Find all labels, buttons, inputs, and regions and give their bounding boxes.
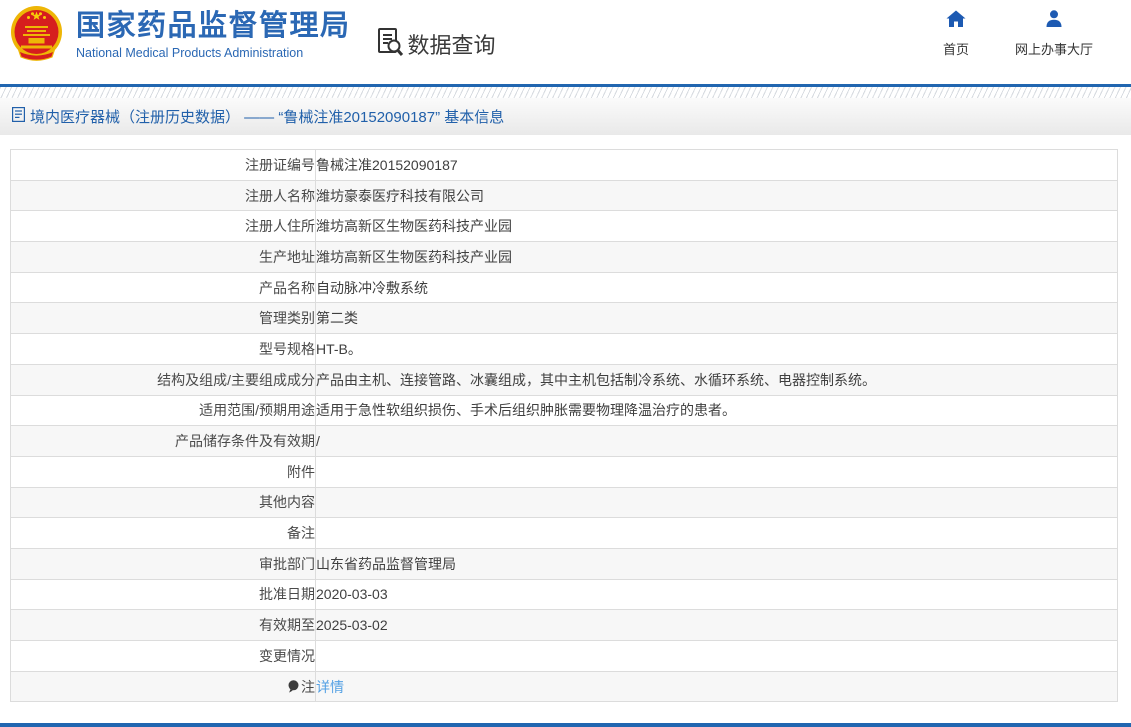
- row-value: 自动脉冲冷敷系统: [315, 271, 1118, 304]
- table-row: 型号规格 HT-B。: [10, 333, 1118, 365]
- nav-home[interactable]: 首页: [943, 10, 969, 58]
- table-row: 其他内容: [10, 486, 1118, 519]
- nav-service-hall-label: 网上办事大厅: [1014, 42, 1093, 57]
- nav-home-label: 首页: [942, 42, 969, 57]
- table-row: 注 详情: [10, 670, 1118, 703]
- row-label: 结构及组成/主要组成成分: [10, 363, 316, 396]
- national-emblem-icon: [10, 5, 63, 62]
- table-row: 注册人名称 潍坊豪泰医疗科技有限公司: [10, 179, 1118, 212]
- table-row: 适用范围/预期用途 适用于急性软组织损伤、手术后组织肿胀需要物理降温治疗的患者。: [10, 394, 1118, 427]
- row-value: HT-B。: [315, 333, 1118, 365]
- table-row: 管理类别 第二类: [10, 302, 1118, 335]
- document-search-icon: [375, 26, 405, 63]
- row-value: [315, 486, 1118, 519]
- row-label: 备注: [10, 517, 316, 549]
- row-label: 型号规格: [10, 333, 316, 365]
- row-label: 注册证编号: [10, 149, 316, 181]
- site-title-en: National Medical Products Administration: [76, 46, 304, 60]
- table-row: 批准日期 2020-03-03: [10, 578, 1118, 611]
- row-value: [315, 640, 1118, 672]
- row-label: 产品名称: [10, 271, 316, 304]
- table-row: 有效期至 2025-03-02: [10, 609, 1118, 641]
- table-row: 产品储存条件及有效期 /: [10, 425, 1118, 457]
- table-row: 产品名称 自动脉冲冷敷系统: [10, 271, 1118, 304]
- note-icon: [288, 679, 299, 696]
- row-label: 有效期至: [10, 609, 316, 641]
- row-value: [315, 517, 1118, 549]
- row-label: 变更情况: [10, 640, 316, 672]
- row-value: 第二类: [315, 302, 1118, 335]
- top-header: 国家药品监督管理局 National Medical Products Admi…: [0, 0, 1131, 84]
- table-row: 结构及组成/主要组成成分 产品由主机、连接管路、冰囊组成，其中主机包括制冷系统、水…: [10, 363, 1118, 396]
- row-label: 附件: [10, 455, 316, 488]
- user-icon: [1044, 10, 1064, 33]
- data-query-label: 数据查询: [407, 32, 496, 58]
- table-row: 备注: [10, 517, 1118, 549]
- detail-link[interactable]: 详情: [316, 679, 344, 695]
- row-label: 批准日期: [10, 578, 316, 611]
- row-value: 适用于急性软组织损伤、手术后组织肿胀需要物理降温治疗的患者。: [315, 394, 1118, 427]
- table-row: 变更情况: [10, 640, 1118, 672]
- row-label: 管理类别: [10, 302, 316, 335]
- row-value-note: 详情: [315, 670, 1118, 703]
- document-icon: [12, 107, 26, 127]
- row-value: 潍坊高新区生物医药科技产业园: [315, 241, 1118, 273]
- data-query-section[interactable]: 数据查询: [375, 24, 496, 63]
- row-label: 适用范围/预期用途: [10, 394, 316, 427]
- home-icon: [946, 10, 966, 33]
- row-value: 2025-03-02: [315, 609, 1118, 641]
- table-row: 注册人住所 潍坊高新区生物医药科技产业园: [10, 210, 1118, 243]
- table-row: 审批部门 山东省药品监督管理局: [10, 547, 1118, 580]
- top-nav: 首页 网上办事大厅: [943, 0, 1131, 58]
- hatch-texture-band: [0, 87, 1131, 98]
- row-label-note: 注: [10, 670, 316, 703]
- row-value: 鲁械注准20152090187: [315, 149, 1118, 181]
- row-value: 2020-03-03: [315, 578, 1118, 611]
- table-row: 附件: [10, 455, 1118, 488]
- table-row: 注册证编号 鲁械注准20152090187: [10, 149, 1118, 181]
- row-label: 注: [301, 678, 315, 695]
- row-value: 潍坊豪泰医疗科技有限公司: [315, 179, 1118, 212]
- site-title: 国家药品监督管理局: [76, 10, 351, 42]
- page-title: 境内医疗器械（注册历史数据） —— “鲁械注准20152090187” 基本信息: [30, 109, 505, 126]
- row-label: 审批部门: [10, 547, 316, 580]
- bottom-divider: [0, 723, 1131, 727]
- row-label: 其他内容: [10, 486, 316, 519]
- page-title-bar: 境内医疗器械（注册历史数据） —— “鲁械注准20152090187” 基本信息: [0, 98, 1131, 135]
- row-label: 生产地址: [10, 241, 316, 273]
- brand-block: 国家药品监督管理局 National Medical Products Admi…: [76, 5, 351, 62]
- row-value: 产品由主机、连接管路、冰囊组成，其中主机包括制冷系统、水循环系统、电器控制系统。: [315, 363, 1118, 396]
- registration-info-table-wrap: 注册证编号 鲁械注准20152090187 注册人名称 潍坊豪泰医疗科技有限公司 注…: [10, 149, 1118, 703]
- row-label: 产品储存条件及有效期: [10, 425, 316, 457]
- row-value: [315, 455, 1118, 488]
- row-value: 潍坊高新区生物医药科技产业园: [315, 210, 1118, 243]
- row-label: 注册人名称: [10, 179, 316, 212]
- row-value: /: [315, 425, 1118, 457]
- registration-info-table: 注册证编号 鲁械注准20152090187 注册人名称 潍坊豪泰医疗科技有限公司 注…: [10, 149, 1118, 703]
- row-label: 注册人住所: [10, 210, 316, 243]
- row-value: 山东省药品监督管理局: [315, 547, 1118, 580]
- nav-service-hall[interactable]: 网上办事大厅: [1015, 10, 1093, 58]
- nmpa-logo-link[interactable]: 国家药品监督管理局 National Medical Products Admi…: [10, 5, 351, 62]
- table-row: 生产地址 潍坊高新区生物医药科技产业园: [10, 241, 1118, 273]
